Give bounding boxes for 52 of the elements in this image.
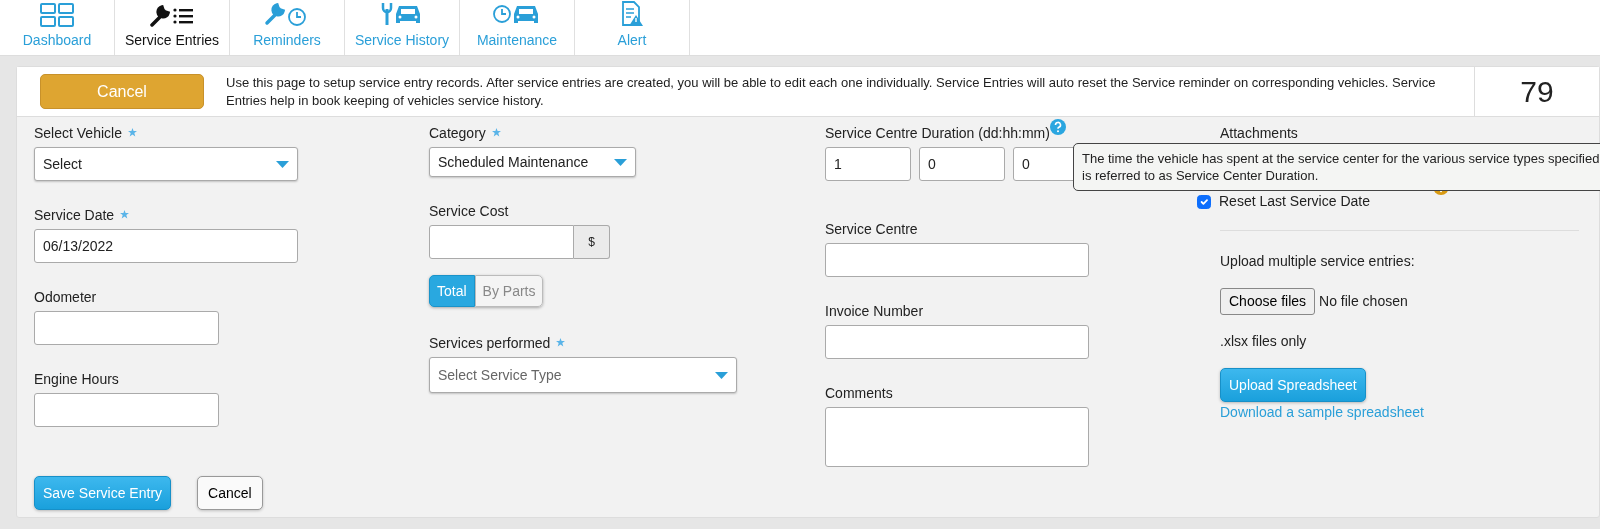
input-field[interactable] <box>34 393 219 427</box>
caret-icon <box>276 160 289 168</box>
field-label: Attachments <box>1220 124 1298 143</box>
field-label: Service Centre <box>825 220 918 239</box>
field-label: Services performed <box>429 334 551 353</box>
input-field[interactable] <box>34 311 219 345</box>
dropdown[interactable]: Scheduled Maintenance <box>429 147 636 177</box>
info-text: Use this page to setup service entry records. After service entries are created, you will be able to edit each one individually. Service Entries will auto reset the Service reminder on corresponding vehicles. Service Entries help in book keeping of vehicles service history. <box>226 73 1437 110</box>
field-label: Invoice Number <box>825 302 924 321</box>
required-icon <box>491 128 501 137</box>
currency-addon: $ <box>574 225 610 259</box>
required-icon <box>120 210 130 219</box>
field-label: Comments <box>825 384 893 403</box>
dropdown[interactable]: Select Service Type <box>429 357 737 393</box>
dashboard-icon <box>39 3 75 27</box>
toggle-option[interactable]: By Parts <box>474 275 544 307</box>
field-label: Service Cost <box>429 202 509 221</box>
toggle-option[interactable]: Total <box>429 275 475 307</box>
tooltip: The time the vehicle has spent at the service center for the various service types specified is referred to as Service Center Duration. <box>1073 143 1600 191</box>
input-field[interactable] <box>825 243 1089 277</box>
field-label: Category <box>429 124 486 143</box>
cancel-button[interactable]: Cancel <box>197 476 263 510</box>
input-field[interactable]: 1 <box>825 147 911 181</box>
field-label: Service Date <box>34 206 115 225</box>
input-field[interactable] <box>825 325 1089 359</box>
dropdown[interactable]: Select <box>34 147 298 181</box>
caret-icon <box>614 158 627 166</box>
cancel-button[interactable]: Cancel <box>40 74 204 109</box>
text-area[interactable] <box>825 407 1089 467</box>
upload-label: Upload multiple service entries: <box>1220 252 1416 271</box>
required-icon <box>556 338 566 347</box>
input-field[interactable] <box>429 225 574 259</box>
input-field[interactable]: 0 <box>919 147 1005 181</box>
upload-button[interactable]: Upload Spreadsheet <box>1220 368 1366 402</box>
field-label: Engine Hours <box>34 370 119 389</box>
download-link[interactable]: Download a sample spreadsheet <box>1220 404 1424 420</box>
checkbox[interactable] <box>1197 194 1211 209</box>
field-label: Select Vehicle <box>34 124 122 143</box>
document-warning-icon <box>620 1 644 27</box>
caret-icon <box>715 371 728 379</box>
choose-files-button[interactable]: Choose files <box>1220 288 1316 315</box>
save-button[interactable]: Save Service Entry <box>34 476 172 510</box>
required-icon <box>127 128 137 137</box>
wrench-list-icon <box>149 3 195 27</box>
field-label: Service Centre Duration (dd:hh:mm) <box>825 124 1050 143</box>
field-label: Odometer <box>34 288 97 307</box>
input-field[interactable]: 06/13/2022 <box>34 229 298 263</box>
file-status-text: No file chosen <box>1319 292 1408 311</box>
hint-text: .xlsx files only <box>1220 332 1308 351</box>
count-text: 79 <box>1520 74 1554 110</box>
help-icon[interactable] <box>1049 119 1066 135</box>
checkbox-label: Reset Last Service Date <box>1219 192 1370 211</box>
